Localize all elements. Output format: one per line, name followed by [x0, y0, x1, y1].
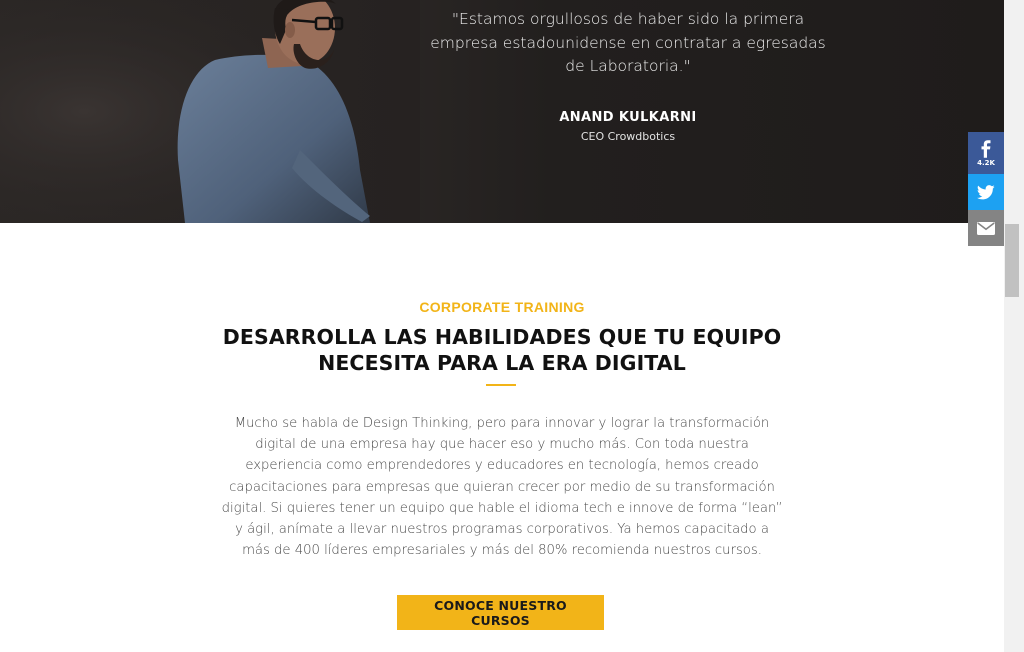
section-eyebrow: CORPORATE TRAINING: [419, 299, 585, 315]
twitter-icon: [977, 184, 995, 199]
testimonial-role: CEO Crowdbotics: [580, 130, 676, 143]
facebook-share-count: 4.2K: [977, 158, 995, 167]
page-scrollbar[interactable]: [1004, 0, 1024, 652]
speaker-photo: [0, 0, 420, 223]
email-icon: [977, 221, 995, 235]
facebook-share-button[interactable]: 4.2K: [968, 132, 1004, 174]
heading-divider: [486, 384, 516, 386]
facebook-icon: [981, 139, 991, 158]
twitter-share-button[interactable]: [968, 174, 1004, 210]
section-body: Mucho se habla de Design Thinking, pero …: [221, 416, 783, 559]
section-heading: DESARROLLA LAS HABILIDADES QUE TU EQUIPO…: [222, 325, 782, 375]
courses-cta-button[interactable]: CONOCE NUESTRO CURSOS: [397, 595, 604, 630]
testimonial-quote: "Estamos orgullosos de haber sido la pri…: [430, 10, 826, 75]
testimonial-banner: "Estamos orgullosos de haber sido la pri…: [0, 0, 1004, 223]
social-share-bar: 4.2K: [968, 132, 1004, 246]
testimonial-author: ANAND KULKARNI: [559, 110, 697, 125]
scrollbar-thumb[interactable]: [1005, 224, 1019, 297]
email-share-button[interactable]: [968, 210, 1004, 246]
